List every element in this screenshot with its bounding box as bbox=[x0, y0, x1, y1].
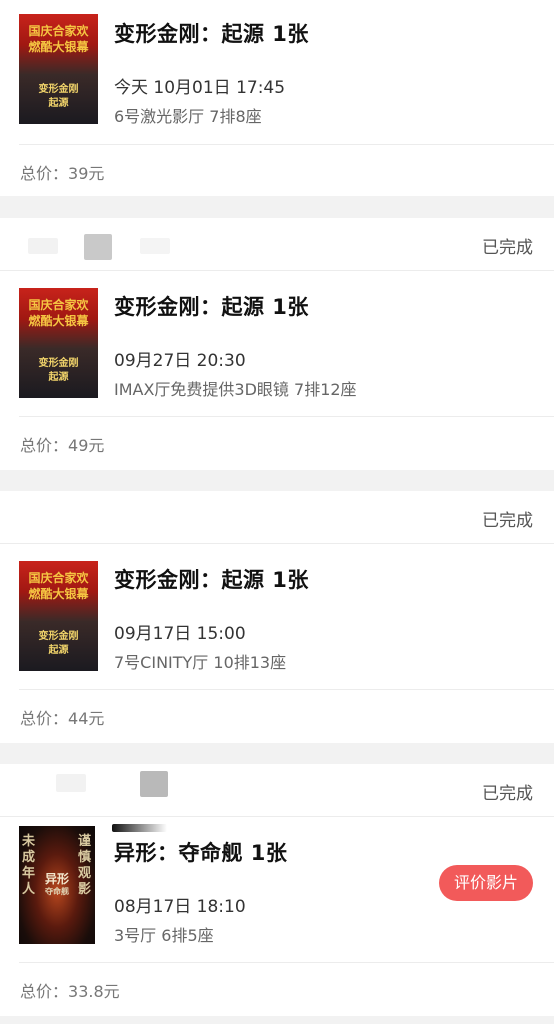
poster-headline: 国庆合家欢 bbox=[28, 298, 89, 312]
poster-movie-title: 变形金刚 bbox=[38, 631, 79, 642]
order-card[interactable]: 已完成 国庆合家欢 燃酷大银幕 变形金刚 起源 变形金刚：起源 1张 09月27… bbox=[0, 218, 554, 470]
divider bbox=[19, 416, 554, 417]
movie-poster: 国庆合家欢 燃酷大银幕 变形金刚 起源 bbox=[19, 561, 98, 671]
cinema-name-blurred bbox=[28, 238, 58, 254]
order-total: 总价：39元 bbox=[20, 160, 104, 184]
order-status: 已完成 bbox=[482, 238, 533, 258]
total-label: 总价： bbox=[20, 982, 69, 1001]
order-status: 已完成 bbox=[482, 511, 533, 531]
cinema-name-blurred bbox=[84, 234, 112, 260]
card-header: 已完成 bbox=[0, 491, 554, 544]
poster-headline: 燃酷大银幕 bbox=[28, 587, 89, 601]
divider bbox=[19, 962, 554, 963]
total-value: 49元 bbox=[68, 436, 105, 455]
showtime: 今天 10月01日 17:45 bbox=[114, 78, 286, 98]
total-label: 总价： bbox=[20, 436, 69, 455]
rate-movie-button[interactable]: 评价影片 bbox=[439, 865, 533, 901]
hall-seat: 7号CINITY厅 10排13座 bbox=[114, 653, 287, 672]
total-value: 44元 bbox=[68, 709, 105, 728]
showtime: 08月17日 18:10 bbox=[114, 897, 246, 917]
order-card[interactable]: 已完成 未成年人 谨慎观影 异形 夺命舰 异形：夺命舰 1张 评价影片 08月1… bbox=[0, 764, 554, 1016]
movie-title: 变形金刚：起源 1张 bbox=[114, 295, 309, 319]
order-total: 总价：44元 bbox=[20, 705, 104, 729]
card-header: 已完成 bbox=[0, 218, 554, 271]
movie-title: 变形金刚：起源 1张 bbox=[114, 22, 309, 46]
hall-seat: IMAX厅免费提供3D眼镜 7排12座 bbox=[114, 380, 357, 399]
order-total: 总价：49元 bbox=[20, 432, 104, 456]
total-value: 39元 bbox=[68, 164, 105, 183]
cinema-name-blurred bbox=[112, 824, 167, 832]
divider bbox=[19, 689, 554, 690]
total-value: 33.8元 bbox=[68, 982, 120, 1001]
poster-movie-title: 起源 bbox=[48, 645, 69, 656]
hall-seat: 3号厅 6排5座 bbox=[114, 926, 214, 945]
poster-movie-title: 变形金刚 bbox=[38, 84, 79, 95]
movie-title: 异形：夺命舰 1张 bbox=[114, 841, 288, 865]
poster-movie-title: 夺命舰 bbox=[45, 887, 69, 896]
movie-poster: 未成年人 谨慎观影 异形 夺命舰 bbox=[19, 826, 95, 944]
movie-poster: 国庆合家欢 燃酷大银幕 变形金刚 起源 bbox=[19, 14, 98, 124]
cinema-name-blurred bbox=[140, 238, 170, 254]
total-label: 总价： bbox=[20, 709, 69, 728]
order-total: 总价：33.8元 bbox=[20, 978, 120, 1002]
hall-seat: 6号激光影厅 7排8座 bbox=[114, 107, 262, 126]
poster-movie-title: 异形 bbox=[44, 872, 69, 886]
order-card[interactable]: 已完成 国庆合家欢 燃酷大银幕 变形金刚 起源 变形金刚：起源 1张 09月17… bbox=[0, 491, 554, 743]
showtime: 09月17日 15:00 bbox=[114, 624, 246, 644]
divider bbox=[19, 144, 554, 145]
poster-movie-title: 变形金刚 bbox=[38, 358, 79, 369]
poster-movie-title: 起源 bbox=[48, 372, 69, 383]
poster-headline: 燃酷大银幕 bbox=[28, 40, 89, 54]
order-status: 已完成 bbox=[482, 784, 533, 804]
cinema-name-blurred bbox=[140, 771, 168, 797]
total-label: 总价： bbox=[20, 164, 69, 183]
movie-poster: 国庆合家欢 燃酷大银幕 变形金刚 起源 bbox=[19, 288, 98, 398]
poster-headline: 国庆合家欢 bbox=[28, 24, 89, 38]
poster-headline: 国庆合家欢 bbox=[28, 571, 89, 585]
movie-title: 变形金刚：起源 1张 bbox=[114, 568, 309, 592]
poster-headline: 燃酷大银幕 bbox=[28, 314, 89, 328]
order-card[interactable]: 国庆合家欢 燃酷大银幕 变形金刚 起源 变形金刚：起源 1张 今天 10月01日… bbox=[0, 0, 554, 196]
showtime: 09月27日 20:30 bbox=[114, 351, 246, 371]
card-header: 已完成 bbox=[0, 764, 554, 817]
cinema-name-blurred bbox=[56, 774, 86, 792]
poster-movie-title: 起源 bbox=[48, 98, 69, 109]
